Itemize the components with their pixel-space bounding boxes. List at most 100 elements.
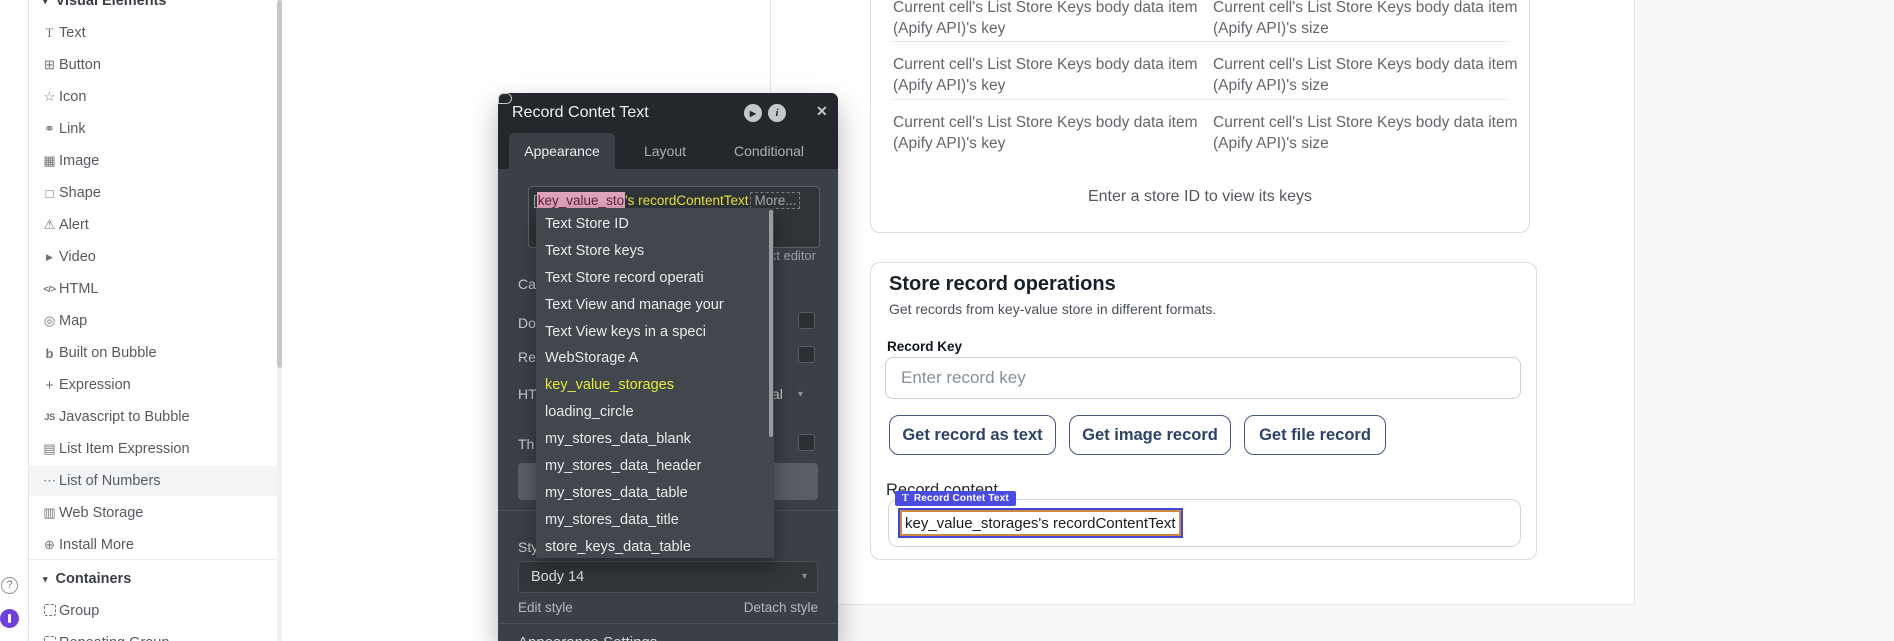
style-select-value: Body 14 xyxy=(531,562,584,592)
close-icon[interactable]: ✕ xyxy=(816,103,828,120)
sidebar-item-video[interactable]: ▶Video xyxy=(29,242,277,272)
item-label: Video xyxy=(59,249,96,265)
get-image-record-button[interactable]: Get image record xyxy=(1069,415,1231,455)
sidebar-scrollbar-thumb[interactable] xyxy=(277,0,282,368)
expression-dynamic-token[interactable]: 's recordContentText xyxy=(625,193,748,208)
sidebar-item-built-on-bubble[interactable]: bBuilt on Bubble xyxy=(29,338,277,368)
link-icon: ⚭ xyxy=(41,121,58,137)
dialog-header[interactable]: Record Contet Text ▶ i ✕ xyxy=(498,93,838,133)
edit-style-link[interactable]: Edit style xyxy=(518,600,573,615)
elements-palette: ▾ Visual Elements TText ⊞Button ☆Icon ⚭L… xyxy=(28,0,283,641)
sidebar-item-alert[interactable]: ⚠Alert xyxy=(29,210,277,240)
sidebar-item-html[interactable]: </>HTML xyxy=(29,274,277,304)
sidebar-item-install-more[interactable]: ⊕Install More xyxy=(29,530,277,560)
selected-text-element[interactable]: key_value_storages's recordContentText xyxy=(900,510,1181,536)
sidebar-item-map[interactable]: ◎Map xyxy=(29,306,277,336)
dropdown-item[interactable]: Text View keys in a speci xyxy=(536,319,774,346)
record-key-label: Record Key xyxy=(887,339,962,354)
tab-conditional[interactable]: Conditional xyxy=(719,133,819,169)
sidebar-item-shape[interactable]: □Shape xyxy=(29,178,277,208)
preview-icon[interactable]: ▶ xyxy=(744,104,762,122)
button-icon: ⊞ xyxy=(41,57,58,73)
field-label-th: Th xyxy=(518,436,534,452)
dropdown-item[interactable]: WebStorage A xyxy=(536,345,774,372)
comment-icon[interactable] xyxy=(498,93,512,104)
item-label: Repeating Group xyxy=(59,635,169,641)
sidebar-item-image[interactable]: ▦Image xyxy=(29,146,277,176)
style-select[interactable]: Body 14 ▾ xyxy=(518,561,818,593)
plus-icon: + xyxy=(41,377,58,394)
sidebar-divider xyxy=(29,559,278,560)
storage-icon: ▥ xyxy=(41,505,58,521)
dropdown-item[interactable]: Text View and manage your xyxy=(536,292,774,319)
install-plus-icon: ⊕ xyxy=(41,537,58,553)
detach-style-link[interactable]: Detach style xyxy=(744,600,818,615)
item-label: Install More xyxy=(59,537,134,553)
chevron-down-icon: ▾ xyxy=(798,389,803,400)
get-record-as-text-button[interactable]: Get record as text xyxy=(889,415,1056,455)
sidebar-item-button[interactable]: ⊞Button xyxy=(29,50,277,80)
dropdown-item[interactable]: my_stores_data_title xyxy=(536,507,774,534)
dropdown-item-highlighted[interactable]: key_value_storages xyxy=(536,372,774,399)
get-file-record-button[interactable]: Get file record xyxy=(1244,415,1386,455)
field-label-re: Re xyxy=(518,349,536,365)
sidebar-item-text[interactable]: TText xyxy=(29,18,277,48)
size-cell: Current cell's List Store Keys body data… xyxy=(1213,54,1525,96)
text-icon: T xyxy=(41,25,58,41)
video-icon: ▶ xyxy=(41,252,58,263)
tab-appearance[interactable]: Appearance xyxy=(509,133,615,169)
tab-layout[interactable]: Layout xyxy=(615,133,715,169)
expression-more-button[interactable]: More... xyxy=(750,192,800,209)
map-pin-icon: ◎ xyxy=(41,313,58,329)
info-icon[interactable]: i xyxy=(768,104,786,122)
sidebar-item-link[interactable]: ⚭Link xyxy=(29,114,277,144)
sidebar-item-list-item-expression[interactable]: ▤List Item Expression xyxy=(29,434,277,464)
expression-line: [key_value_sto's recordContentTextMore..… xyxy=(533,193,800,208)
image-icon: ▦ xyxy=(41,153,58,169)
checkbox-do[interactable] xyxy=(798,312,815,329)
chevron-down-icon: ▾ xyxy=(802,562,807,592)
dropdown-item[interactable]: loading_circle xyxy=(536,399,774,426)
autocomplete-dropdown: Text Store ID Text Store keys Text Store… xyxy=(536,208,774,558)
store-keys-card: Current cell's List Store Keys body data… xyxy=(870,0,1530,233)
help-icon[interactable]: ? xyxy=(1,577,18,594)
section-visual-elements[interactable]: ▾ Visual Elements xyxy=(43,0,166,9)
dialog-divider xyxy=(498,623,838,624)
dropdown-scrollbar-thumb[interactable] xyxy=(769,210,773,437)
item-label: List Item Expression xyxy=(59,441,190,457)
row-divider xyxy=(893,41,1507,42)
checkbox-re[interactable] xyxy=(798,346,815,363)
appearance-settings-header: Appearance Settings xyxy=(518,634,657,641)
sidebar-item-group[interactable]: Group xyxy=(29,596,277,626)
field-label-ht: HT xyxy=(518,386,537,402)
js-icon: JS xyxy=(41,412,58,423)
sidebar-item-web-storage[interactable]: ▥Web Storage xyxy=(29,498,277,528)
sidebar-item-javascript-to-bubble[interactable]: JSJavascript to Bubble xyxy=(29,402,277,432)
dropdown-item[interactable]: my_stores_data_header xyxy=(536,453,774,480)
dropdown-item[interactable]: Text Store ID xyxy=(536,211,774,238)
empty-state-text: Enter a store ID to view its keys xyxy=(871,188,1529,206)
sidebar-item-repeating-group[interactable]: Repeating Group xyxy=(29,628,277,641)
bubble-editor: ? ▾ Visual Elements TText ⊞Button ☆Icon … xyxy=(0,0,1894,641)
repeating-group-icon xyxy=(41,636,58,641)
item-label: List of Numbers xyxy=(59,473,161,489)
item-label: Link xyxy=(59,121,86,137)
expression-selected-token[interactable]: key_value_sto xyxy=(537,192,625,209)
dropdown-item[interactable]: Text Store record operati xyxy=(536,265,774,292)
record-key-input[interactable] xyxy=(885,357,1521,399)
sidebar-item-icon[interactable]: ☆Icon xyxy=(29,82,277,112)
dropdown-item[interactable]: my_stores_data_table xyxy=(536,480,774,507)
field-label-do: Do xyxy=(518,315,536,331)
section-containers[interactable]: ▾ Containers xyxy=(43,571,131,587)
checkbox-th[interactable] xyxy=(798,434,815,451)
item-label: Built on Bubble xyxy=(59,345,157,361)
dropdown-item[interactable]: Text Store keys xyxy=(536,238,774,265)
dropdown-item[interactable]: my_stores_data_blank xyxy=(536,426,774,453)
sidebar-item-list-of-numbers[interactable]: ⋯List of Numbers xyxy=(29,466,277,496)
group-icon xyxy=(41,604,58,619)
dropdown-item[interactable]: store_keys_data_table xyxy=(536,534,774,558)
intercom-chat-icon[interactable] xyxy=(0,609,19,628)
badge-label: Record Contet Text xyxy=(914,493,1009,504)
sidebar-item-expression[interactable]: +Expression xyxy=(29,370,277,400)
property-editor-dialog: Record Contet Text ▶ i ✕ Appearance Layo… xyxy=(498,93,838,641)
